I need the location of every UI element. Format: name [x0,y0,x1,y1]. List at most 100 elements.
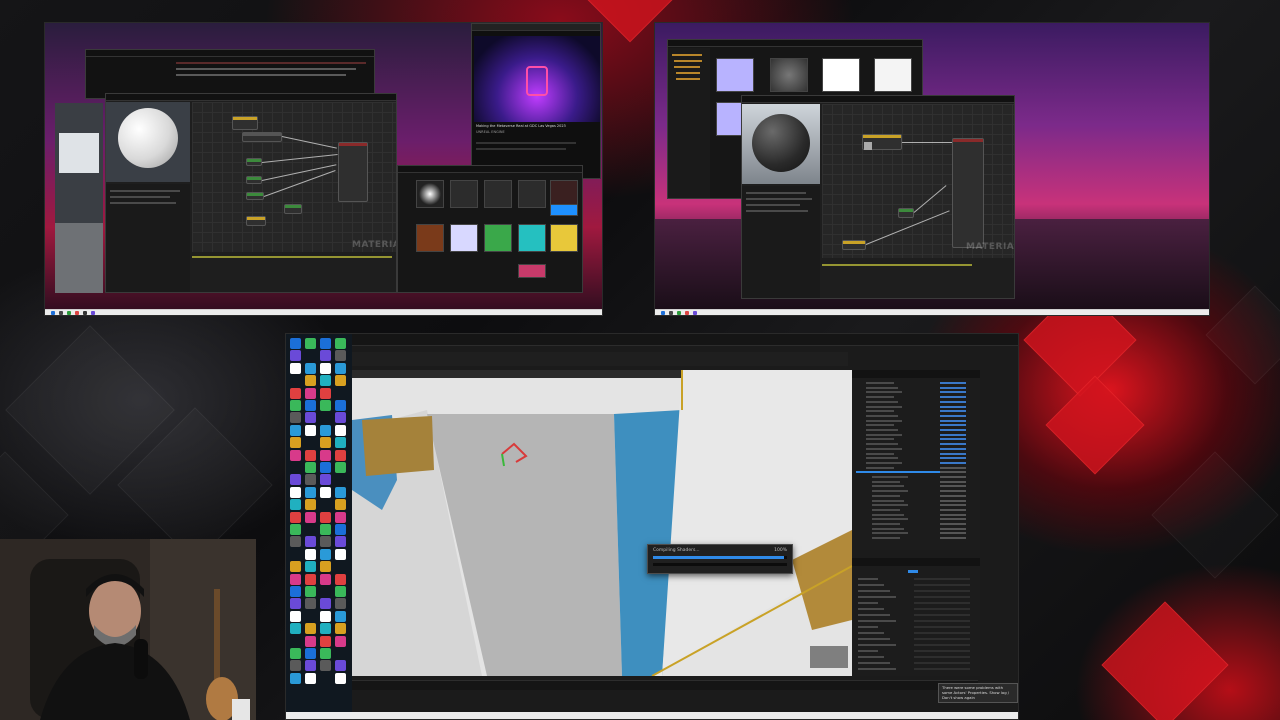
desktop-app-icon[interactable] [335,598,346,610]
outliner-row[interactable] [872,523,900,525]
taskbar-app-icon[interactable] [83,311,87,315]
asset-thumbnail[interactable] [416,180,444,208]
outliner-row[interactable] [866,382,894,384]
details-property-row[interactable] [858,632,884,634]
outliner-row[interactable] [866,400,898,403]
world-outliner-panel[interactable] [852,370,980,550]
material-node[interactable] [284,204,302,214]
desktop-app-icon[interactable] [320,449,331,461]
folder-row[interactable] [674,60,702,62]
browser-window[interactable]: Making the Metaverse Real at GDC Las Veg… [471,23,601,179]
desktop-app-icon[interactable] [305,648,316,659]
desktop-app-icon[interactable] [320,338,331,349]
material-output-node[interactable] [338,142,368,202]
outliner-row[interactable] [872,527,904,530]
material-preview-viewport[interactable] [106,102,190,182]
desktop-app-icon[interactable] [290,648,301,659]
material-node[interactable] [246,176,262,184]
desktop-app-icon[interactable] [335,586,346,597]
outliner-row[interactable] [872,504,908,507]
desktop-app-icon[interactable] [335,610,346,622]
details-property-row[interactable] [858,644,896,646]
desktop-app-icon[interactable] [335,573,346,585]
details-property-row[interactable] [858,614,890,616]
desktop-app-icon[interactable] [320,598,331,610]
asset-thumbnail[interactable] [770,58,808,92]
desktop-app-icon[interactable] [335,350,346,362]
details-property-value[interactable] [914,632,970,634]
outliner-row[interactable] [872,518,908,521]
desktop-app-icon[interactable] [335,635,346,647]
desktop-app-icon[interactable] [320,561,331,573]
video-channel[interactable]: UNREAL ENGINE [476,130,505,134]
desktop-app-icon[interactable] [335,548,346,560]
desktop-app-icon[interactable] [290,672,301,684]
desktop-app-icon[interactable] [320,524,331,535]
editor-menubar[interactable] [352,334,1018,346]
desktop-app-icon[interactable] [290,362,301,374]
desktop-app-icon[interactable] [320,350,331,362]
desktop-app-icon[interactable] [290,598,301,610]
details-property-value[interactable] [914,578,970,580]
desktop-app-icon[interactable] [290,623,301,635]
outliner-row[interactable] [866,410,894,413]
taskbar-app-icon[interactable] [91,311,95,315]
outliner-row[interactable] [872,499,904,502]
outliner-row[interactable] [872,537,900,540]
outliner-row[interactable] [866,391,902,394]
node-graph-canvas[interactable] [822,104,1014,258]
outliner-row[interactable] [872,508,900,511]
desktop-app-icon[interactable] [320,474,331,486]
details-property-row[interactable] [858,626,878,628]
desktop-app-icon[interactable] [290,412,301,424]
outliner-row[interactable] [866,457,898,460]
outliner-row[interactable] [866,447,902,450]
asset-thumbnail[interactable] [716,58,754,92]
desktop-app-icon[interactable] [335,449,346,461]
details-property-value[interactable] [914,614,970,616]
details-property-value[interactable] [914,638,970,640]
desktop-app-icon[interactable] [290,660,301,672]
desktop-app-icon[interactable] [290,350,301,362]
outliner-row[interactable] [872,476,908,478]
desktop-app-icon[interactable] [305,474,316,486]
asset-thumbnail[interactable] [416,224,444,252]
desktop-app-icon[interactable] [320,660,331,672]
material-node[interactable] [246,216,266,226]
desktop-app-icon[interactable] [290,486,301,498]
desktop-app-icon[interactable] [305,672,316,684]
node-graph-canvas[interactable] [192,102,396,252]
level-viewport[interactable]: Compiling Shaders... 100% [352,370,852,676]
desktop-app-icon[interactable] [290,536,301,548]
outliner-row[interactable] [866,443,898,446]
details-property-row[interactable] [858,620,896,622]
desktop-app-icon[interactable] [305,561,316,573]
outliner-row[interactable] [866,452,894,455]
desktop-app-icon[interactable] [335,511,346,523]
desktop-app-icon[interactable] [320,375,331,387]
desktop-app-icon[interactable] [305,586,316,597]
desktop-app-icon[interactable] [320,437,331,449]
details-property-value[interactable] [914,590,970,592]
details-tab-active[interactable] [908,570,918,573]
taskbar-app-icon[interactable] [693,311,697,315]
desktop-app-icon[interactable] [305,536,316,548]
desktop-app-icon[interactable] [335,672,346,684]
desktop-app-icon[interactable] [305,387,316,399]
desktop-app-icon[interactable] [320,610,331,622]
desktop-app-icon[interactable] [320,511,331,523]
material-node[interactable] [898,208,914,218]
details-property-row[interactable] [858,602,878,604]
desktop-app-icon[interactable] [290,338,301,349]
desktop-app-icon[interactable] [335,623,346,635]
desktop-app-icon[interactable] [305,499,316,511]
outliner-row[interactable] [866,429,898,431]
asset-thumbnail[interactable] [518,224,546,252]
details-panel[interactable] [852,558,980,676]
details-property-value[interactable] [914,626,970,628]
desktop-app-icon[interactable] [305,338,316,349]
desktop-app-icon[interactable] [320,635,331,647]
desktop-app-icon[interactable] [320,486,331,498]
asset-thumbnail[interactable] [518,264,546,278]
details-property-row[interactable] [858,668,896,670]
